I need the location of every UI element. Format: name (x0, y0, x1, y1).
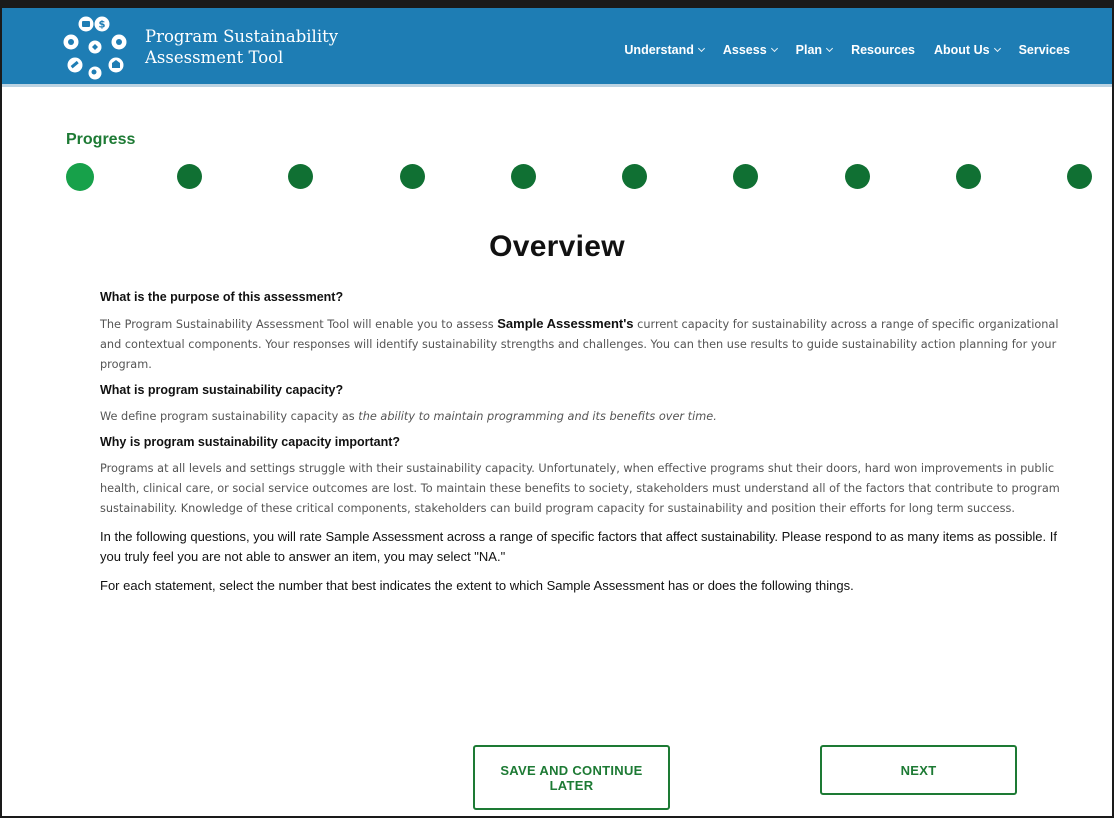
progress-step-8[interactable] (845, 164, 870, 189)
site-header: $ Program Sustainability Assessment Tool… (2, 8, 1112, 87)
progress-step-6[interactable] (622, 164, 647, 189)
nav-plan[interactable]: Plan (795, 43, 834, 57)
site-title[interactable]: Program Sustainability Assessment Tool (145, 26, 338, 68)
save-and-continue-later-button[interactable]: SAVE AND CONTINUE LATER (473, 745, 670, 810)
main-nav: Understand Assess Plan Resources About U… (624, 43, 1070, 57)
question-capacity: What is program sustainability capacity? (100, 383, 344, 397)
nav-about-us-label: About Us (934, 43, 990, 57)
logo-icon[interactable]: $ (58, 16, 132, 86)
nav-services-label: Services (1018, 43, 1070, 57)
paragraph-importance: Programs at all levels and settings stru… (100, 462, 1060, 515)
progress-step-5[interactable] (511, 164, 536, 189)
chevron-down-icon (826, 44, 834, 53)
instructions-statement: For each statement, select the number th… (100, 578, 854, 593)
progress-step-1[interactable] (66, 163, 94, 191)
nav-about-us[interactable]: About Us (934, 43, 1001, 57)
chevron-down-icon (697, 44, 705, 53)
nav-assess-label: Assess (722, 43, 767, 57)
nav-understand-label: Understand (624, 43, 694, 57)
paragraph-purpose-a: The Program Sustainability Assessment To… (100, 318, 498, 331)
page-title: Overview (489, 230, 625, 263)
nav-plan-label: Plan (795, 43, 823, 57)
question-purpose: What is the purpose of this assessment? (100, 290, 344, 304)
progress-label: Progress (66, 131, 136, 148)
nav-understand[interactable]: Understand (624, 43, 705, 57)
chevron-down-icon (993, 44, 1001, 53)
site-title-line1: Program Sustainability (145, 27, 339, 46)
paragraph-purpose: The Program Sustainability Assessment To… (100, 314, 1060, 375)
paragraph-capacity-a: We define program sustainability capacit… (100, 410, 359, 423)
progress-step-10[interactable] (1067, 164, 1092, 189)
overview-content: What is the purpose of this assessment? … (100, 290, 1060, 605)
assessment-name: Sample Assessment's (497, 316, 634, 331)
progress-step-9[interactable] (956, 164, 981, 189)
nav-resources[interactable]: Resources (851, 43, 915, 57)
svg-text:$: $ (99, 20, 106, 31)
app-frame: $ Program Sustainability Assessment Tool… (0, 0, 1114, 818)
progress-step-4[interactable] (400, 164, 425, 189)
progress-step-2[interactable] (177, 164, 202, 189)
nav-assess[interactable]: Assess (722, 43, 778, 57)
next-button[interactable]: NEXT (820, 745, 1017, 795)
progress-step-3[interactable] (288, 164, 313, 189)
capacity-definition: the ability to maintain programming and … (358, 410, 717, 423)
paragraph-capacity: We define program sustainability capacit… (100, 407, 1060, 427)
site-title-line2: Assessment Tool (145, 48, 284, 67)
progress-step-7[interactable] (733, 164, 758, 189)
progress-steps (66, 163, 1092, 194)
instructions-rating: In the following questions, you will rat… (100, 529, 1057, 564)
nav-resources-label: Resources (851, 43, 915, 57)
nav-services[interactable]: Services (1019, 43, 1070, 57)
question-importance: Why is program sustainability capacity i… (100, 435, 401, 449)
chevron-down-icon (770, 44, 778, 53)
